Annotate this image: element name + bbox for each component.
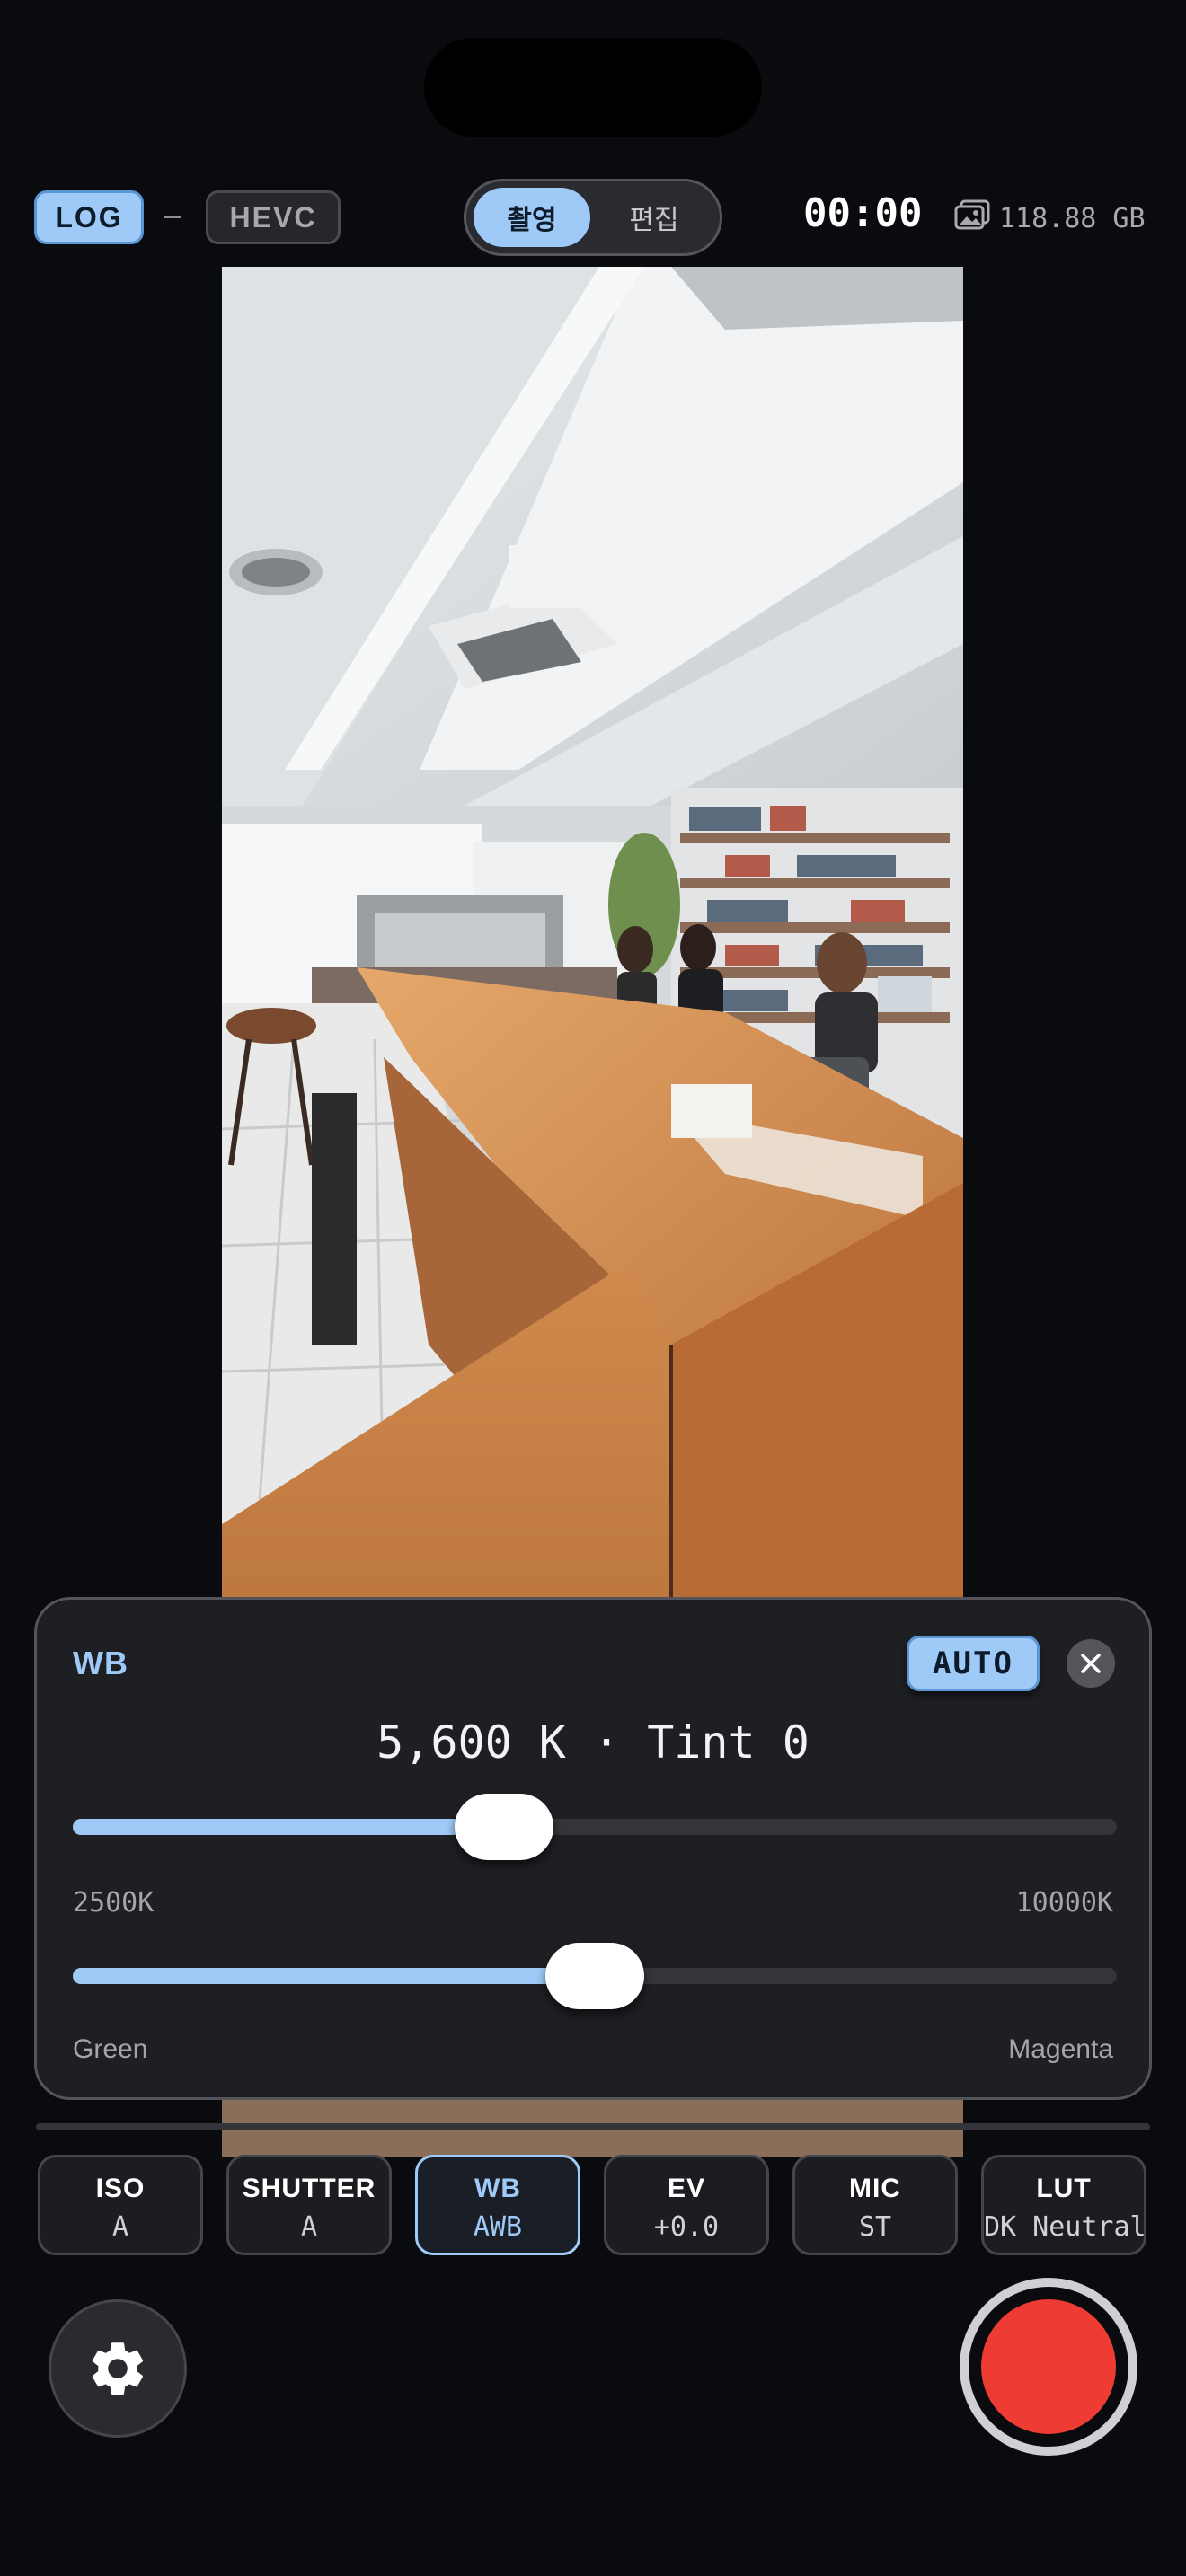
shutter-value: A — [300, 2211, 318, 2243]
mic-value: ST — [858, 2211, 892, 2243]
lut-value: DK Neutral — [984, 2211, 1146, 2243]
wb-readout: 5,600 K · Tint 0 — [376, 1716, 810, 1769]
tint-slider[interactable] — [73, 1943, 1117, 2009]
tint-max-label: Magenta — [1008, 2034, 1113, 2064]
wb-title: WB — [474, 2174, 521, 2203]
close-button[interactable] — [1067, 1639, 1115, 1688]
wb-button[interactable]: WB AWB — [415, 2155, 580, 2255]
temperature-max-label: 10000K — [1015, 1887, 1113, 1919]
tint-slider-fill — [73, 1968, 595, 1984]
mode-segmented-control: 촬영 편집 — [464, 179, 722, 256]
log-toggle-button[interactable]: LOG — [34, 190, 144, 244]
mic-title: MIC — [849, 2174, 901, 2203]
record-dot-icon — [981, 2299, 1116, 2434]
tint-min-label: Green — [73, 2034, 148, 2064]
iso-title: ISO — [95, 2174, 146, 2203]
temperature-slider-thumb[interactable] — [455, 1794, 554, 1860]
dynamic-island — [424, 38, 762, 137]
controls-divider — [36, 2123, 1150, 2130]
temperature-slider-fill — [73, 1819, 505, 1835]
format-separator: – — [164, 196, 182, 233]
shutter-button[interactable]: SHUTTER A — [226, 2155, 392, 2255]
ev-title: EV — [667, 2174, 706, 2203]
ev-button[interactable]: EV +0.0 — [604, 2155, 769, 2255]
temperature-min-label: 2500K — [73, 1887, 155, 1919]
photo-stack-icon — [954, 199, 990, 237]
record-button[interactable] — [960, 2278, 1137, 2456]
ev-value: +0.0 — [653, 2211, 720, 2243]
storage-indicator: 118.88 GB — [954, 199, 1146, 237]
lut-title: LUT — [1036, 2174, 1092, 2203]
temperature-slider[interactable] — [73, 1794, 1117, 1860]
codec-button[interactable]: HEVC — [206, 190, 341, 244]
storage-value: 118.88 GB — [999, 202, 1146, 234]
iso-value: A — [111, 2211, 129, 2243]
recording-timer: 00:00 — [803, 190, 923, 236]
lut-button[interactable]: LUT DK Neutral — [981, 2155, 1146, 2255]
wb-value: AWB — [473, 2211, 523, 2243]
iso-button[interactable]: ISO A — [38, 2155, 203, 2255]
auto-wb-button[interactable]: AUTO — [907, 1636, 1040, 1691]
panel-title: WB — [73, 1645, 128, 1681]
close-icon — [1081, 1654, 1101, 1673]
white-balance-panel: WB AUTO 5,600 K · Tint 0 2500K 10000K Gr… — [34, 1597, 1152, 2100]
gear-icon — [92, 2342, 144, 2395]
settings-button[interactable] — [49, 2299, 187, 2438]
tab-shoot[interactable]: 촬영 — [474, 188, 590, 247]
mic-button[interactable]: MIC ST — [792, 2155, 958, 2255]
tab-edit[interactable]: 편집 — [596, 188, 712, 247]
shutter-title: SHUTTER — [242, 2174, 376, 2203]
tint-slider-thumb[interactable] — [545, 1943, 644, 2009]
